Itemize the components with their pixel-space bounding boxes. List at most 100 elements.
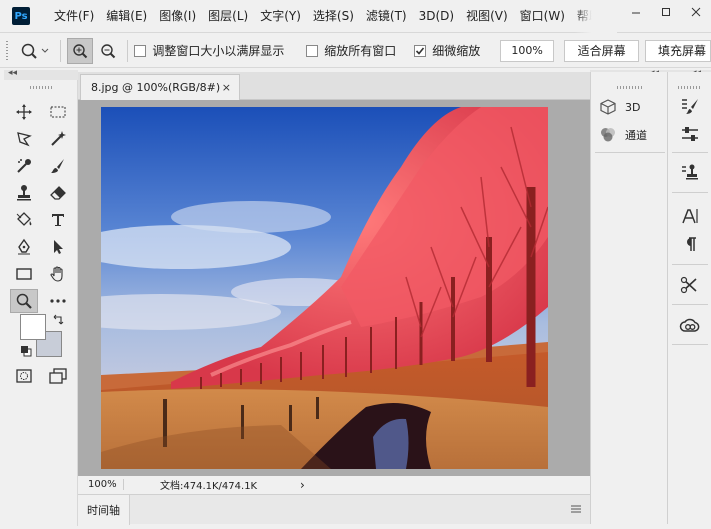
options-divider — [59, 39, 61, 62]
menu-edit[interactable]: 编辑(E) — [100, 0, 153, 33]
panel-3d-label: 3D — [625, 100, 641, 114]
paint-bucket-tool[interactable] — [10, 208, 38, 232]
polygonal-lasso-icon — [17, 132, 32, 147]
menu-fade — [575, 0, 617, 33]
close-window-button[interactable] — [681, 0, 711, 24]
marquee-tool[interactable] — [44, 100, 72, 124]
type-tool[interactable] — [44, 208, 72, 232]
eraser-icon — [50, 186, 66, 200]
fit-screen-button[interactable]: 适合屏幕 — [563, 39, 640, 62]
libraries-button[interactable] — [676, 314, 704, 338]
paint-bucket-icon — [16, 212, 32, 226]
menu-file[interactable]: 文件(F) — [48, 0, 100, 33]
magic-wand-tool[interactable] — [44, 127, 72, 151]
panel-separator — [595, 152, 665, 153]
swap-colors-button[interactable] — [52, 314, 64, 326]
zoom-all-windows-label: 缩放所有窗口 — [324, 44, 397, 58]
scrubby-zoom-checkbox[interactable] — [414, 44, 427, 57]
timeline-panel: 时间轴 — [78, 494, 590, 525]
clone-source-icon — [682, 164, 698, 180]
status-zoom-level[interactable]: 100% — [78, 479, 124, 490]
more-tools-button[interactable] — [44, 289, 72, 313]
foreground-color-swatch[interactable] — [20, 314, 46, 340]
magic-wand-icon — [51, 131, 66, 146]
panel-3d-button[interactable]: 3D — [599, 96, 640, 118]
dock-grip — [678, 86, 700, 89]
right-icon-dock — [668, 72, 711, 524]
swap-arrows-icon — [53, 314, 64, 325]
dock-separator — [672, 192, 708, 193]
pen-tool[interactable] — [10, 235, 38, 259]
dock-separator — [672, 304, 708, 305]
tools-grip — [30, 86, 52, 89]
hamburger-menu-icon — [571, 505, 581, 513]
timeline-tab[interactable]: 时间轴 — [78, 495, 130, 525]
paragraph-icon — [687, 237, 696, 251]
channels-icon — [601, 128, 615, 142]
menu-type[interactable]: 文字(Y) — [254, 0, 307, 33]
eraser-tool[interactable] — [44, 181, 72, 205]
eyedropper-icon — [17, 159, 31, 173]
panel-channels-label: 通道 — [625, 129, 647, 142]
adjustments-button[interactable] — [676, 122, 704, 146]
move-icon — [16, 104, 32, 120]
quick-mask-icon — [16, 369, 32, 383]
brush-settings-icon — [682, 99, 698, 114]
tools-panel — [4, 80, 78, 526]
stamp-tool[interactable] — [10, 181, 38, 205]
zoom-percent-field[interactable]: 100% — [500, 39, 554, 62]
cube-icon — [600, 99, 616, 115]
status-document-size: 文档:474.1K/474.1K — [160, 481, 258, 492]
path-selection-tool[interactable] — [44, 235, 72, 259]
tool-preset-picker[interactable] — [16, 37, 54, 65]
pen-icon — [18, 238, 30, 255]
zoom-in-button[interactable] — [66, 37, 93, 64]
tree-landscape-image — [101, 107, 548, 469]
menu-select[interactable]: 选择(S) — [307, 0, 360, 33]
tool-presets-button[interactable] — [676, 273, 704, 297]
clone-source-button[interactable] — [676, 160, 704, 184]
menu-view[interactable]: 视图(V) — [460, 0, 514, 33]
zoom-out-button[interactable] — [96, 38, 122, 64]
document-status-bar: 100% 文档:474.1K/474.1K › — [78, 476, 590, 493]
toolbar-collapse-strip[interactable]: ◂◂ — [4, 68, 78, 80]
document-tab-bar: 8.jpg @ 100%(RGB/8#) × — [78, 72, 590, 100]
brush-settings-button[interactable] — [676, 94, 704, 118]
rectangle-tool[interactable] — [10, 262, 38, 286]
fill-screen-button[interactable]: 填充屏幕 — [645, 39, 711, 62]
lasso-tool[interactable] — [10, 127, 38, 151]
menu-bar: Ps 文件(F) 编辑(E) 图像(I) 图层(L) 文字(Y) 选择(S) 滤… — [0, 0, 711, 33]
menu-image[interactable]: 图像(I) — [153, 0, 202, 33]
paragraph-panel-button[interactable] — [676, 232, 704, 256]
resize-windows-checkbox[interactable] — [134, 44, 147, 57]
zoom-tool[interactable] — [10, 289, 38, 313]
canvas-area[interactable] — [78, 100, 590, 476]
zoom-all-windows-checkbox[interactable] — [306, 44, 319, 57]
panel-menu-button[interactable] — [570, 504, 582, 517]
menu-layer[interactable]: 图层(L) — [202, 0, 254, 33]
rectangle-shape-icon — [16, 268, 32, 280]
quick-mask-button[interactable] — [10, 364, 38, 388]
photoshop-logo-icon: Ps — [12, 7, 30, 25]
menu-3d[interactable]: 3D(D) — [413, 0, 460, 33]
options-divider — [127, 39, 129, 62]
status-menu-arrow[interactable]: › — [300, 478, 305, 492]
panel-channels-button[interactable]: 通道 — [599, 124, 647, 146]
character-icon — [682, 209, 698, 224]
character-panel-button[interactable] — [676, 204, 704, 228]
eyedropper-tool[interactable] — [10, 154, 38, 178]
maximize-button[interactable] — [651, 0, 681, 24]
menu-filter[interactable]: 滤镜(T) — [360, 0, 413, 33]
brush-tool[interactable] — [44, 154, 72, 178]
menu-window[interactable]: 窗口(W) — [514, 0, 571, 33]
move-tool[interactable] — [10, 100, 38, 124]
minimize-button[interactable] — [621, 0, 651, 24]
tool-presets-icon — [680, 276, 697, 294]
document-tab[interactable]: 8.jpg @ 100%(RGB/8#) × — [80, 74, 240, 100]
document-canvas-image[interactable] — [101, 107, 548, 469]
close-icon — [691, 7, 701, 17]
screen-mode-button[interactable] — [44, 364, 72, 388]
default-colors-button[interactable] — [20, 345, 32, 357]
close-document-button[interactable]: × — [222, 81, 231, 94]
hand-tool[interactable] — [44, 262, 72, 286]
